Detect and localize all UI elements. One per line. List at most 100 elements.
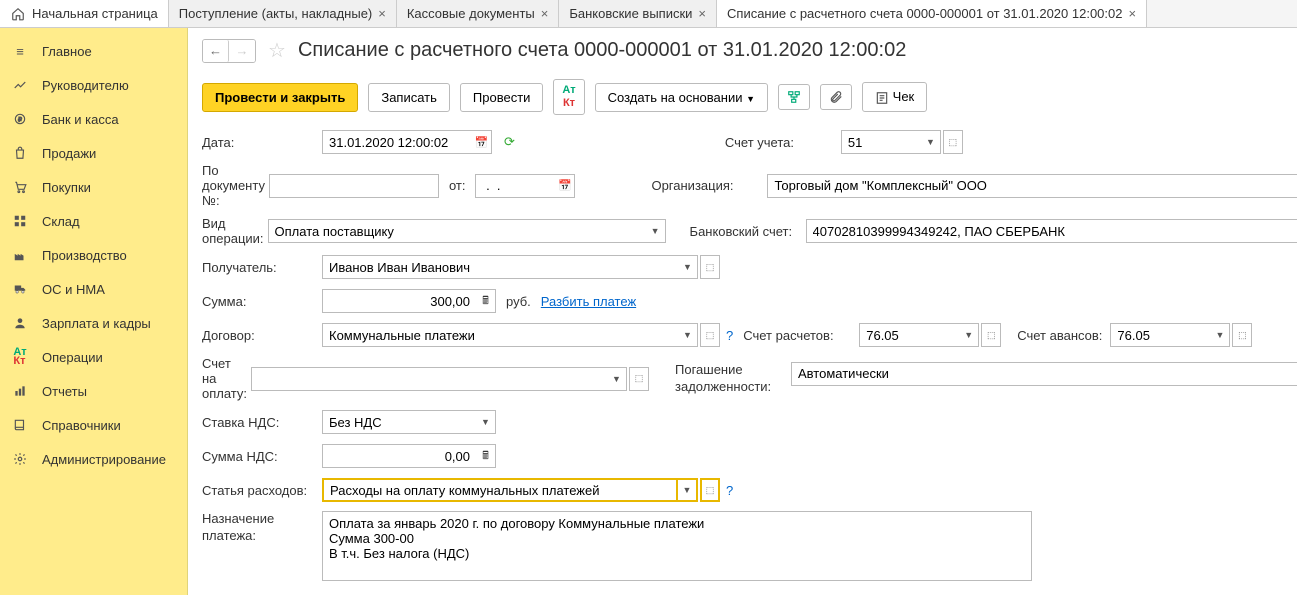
dropdown-icon[interactable]: ▼ — [678, 323, 698, 347]
label-advance: Счет авансов: — [1017, 328, 1102, 343]
tab-home[interactable]: Начальная страница — [0, 0, 169, 27]
menu-icon: ≡ — [12, 43, 28, 59]
tab-cash[interactable]: Кассовые документы × — [397, 0, 560, 27]
dropdown-icon[interactable]: ▼ — [678, 478, 698, 502]
tab-bank[interactable]: Банковские выписки × — [559, 0, 717, 27]
purpose-textarea[interactable] — [322, 511, 1032, 581]
dropdown-icon[interactable]: ▼ — [959, 323, 979, 347]
open-icon[interactable]: ⬚ — [981, 323, 1001, 347]
sidebar-item-label: Администрирование — [42, 452, 166, 467]
calculator-icon[interactable]: 🖩 — [476, 289, 496, 313]
sidebar-item-production[interactable]: Производство — [0, 238, 187, 272]
sidebar-item-label: Склад — [42, 214, 80, 229]
sidebar-item-label: Операции — [42, 350, 103, 365]
amount-input[interactable] — [322, 289, 476, 313]
create-based-button[interactable]: Создать на основании ▼ — [595, 83, 768, 112]
bars-icon — [12, 383, 28, 399]
dropdown-icon[interactable]: ▼ — [921, 130, 941, 154]
sidebar-item-catalogs[interactable]: Справочники — [0, 408, 187, 442]
expense-input[interactable] — [322, 478, 678, 502]
dropdown-icon[interactable]: ▼ — [1210, 323, 1230, 347]
sidebar-item-label: Справочники — [42, 418, 121, 433]
sidebar-item-bank[interactable]: ₽ Банк и касса — [0, 102, 187, 136]
close-icon[interactable]: × — [698, 6, 706, 21]
attach-button[interactable] — [820, 84, 852, 110]
sidebar-item-label: Банк и касса — [42, 112, 119, 127]
label-docnum: По документу №: — [202, 163, 269, 208]
favorite-icon[interactable]: ☆ — [268, 38, 286, 63]
sidebar-item-salary[interactable]: Зарплата и кадры — [0, 306, 187, 340]
label-recipient: Получатель: — [202, 260, 322, 275]
docnum-input[interactable] — [269, 174, 439, 198]
sidebar-item-operations[interactable]: АтКтОперации — [0, 340, 187, 374]
sidebar-item-admin[interactable]: Администрирование — [0, 442, 187, 476]
toolbar: Провести и закрыть Записать Провести АтК… — [202, 79, 1283, 115]
dtkt-button[interactable]: АтКт — [553, 79, 584, 115]
sidebar-item-label: Производство — [42, 248, 127, 263]
truck-icon — [12, 281, 28, 297]
org-input[interactable] — [767, 174, 1297, 198]
tab-label: Кассовые документы — [407, 6, 535, 21]
settle-acc-input[interactable] — [859, 323, 959, 347]
calculator-icon[interactable]: 🖩 — [476, 444, 496, 468]
label-account: Счет учета: — [725, 135, 841, 150]
label-purpose: Назначение платежа: — [202, 511, 322, 545]
open-icon[interactable]: ⬚ — [629, 367, 649, 391]
bank-acc-input[interactable] — [806, 219, 1297, 243]
tab-writeoff[interactable]: Списание с расчетного счета 0000-000001 … — [717, 0, 1147, 27]
chevron-down-icon: ▼ — [746, 94, 755, 104]
sidebar-item-main[interactable]: ≡Главное — [0, 34, 187, 68]
sidebar-item-warehouse[interactable]: Склад — [0, 204, 187, 238]
help-icon[interactable]: ? — [726, 483, 733, 498]
sidebar-item-assets[interactable]: ОС и НМА — [0, 272, 187, 306]
structure-button[interactable] — [778, 84, 810, 110]
vat-rate-input[interactable] — [322, 410, 476, 434]
dropdown-icon[interactable]: ▼ — [678, 255, 698, 279]
chart-icon — [12, 77, 28, 93]
calendar-icon[interactable]: 📅 — [472, 130, 492, 154]
open-icon[interactable]: ⬚ — [700, 255, 720, 279]
open-icon[interactable]: ⬚ — [943, 130, 963, 154]
dropdown-icon[interactable]: ▼ — [476, 410, 496, 434]
sidebar-item-reports[interactable]: Отчеты — [0, 374, 187, 408]
open-icon[interactable]: ⬚ — [1232, 323, 1252, 347]
contract-input[interactable] — [322, 323, 678, 347]
nav-group: ← → — [202, 39, 256, 63]
tab-receipts[interactable]: Поступление (акты, накладные) × — [169, 0, 397, 27]
account-input[interactable] — [841, 130, 921, 154]
invoice-input[interactable] — [251, 367, 607, 391]
dropdown-icon[interactable]: ▼ — [646, 219, 666, 243]
calendar-icon[interactable]: 📅 — [555, 174, 575, 198]
debt-input[interactable] — [791, 362, 1297, 386]
help-icon[interactable]: ? — [726, 328, 733, 343]
sidebar-item-manager[interactable]: Руководителю — [0, 68, 187, 102]
close-icon[interactable]: × — [378, 6, 386, 21]
open-icon[interactable]: ⬚ — [700, 478, 720, 502]
recipient-input[interactable] — [322, 255, 678, 279]
check-button[interactable]: Чек — [862, 82, 927, 112]
coin-icon: ₽ — [12, 111, 28, 127]
post-close-button[interactable]: Провести и закрыть — [202, 83, 358, 112]
split-payment-link[interactable]: Разбить платеж — [541, 294, 636, 309]
post-button[interactable]: Провести — [460, 83, 544, 112]
refresh-icon[interactable]: ⟳ — [504, 134, 515, 150]
optype-input[interactable] — [268, 219, 646, 243]
label-rub: руб. — [506, 294, 531, 309]
forward-button[interactable]: → — [229, 40, 255, 62]
save-button[interactable]: Записать — [368, 83, 450, 112]
sidebar-item-sales[interactable]: Продажи — [0, 136, 187, 170]
advance-acc-input[interactable] — [1110, 323, 1210, 347]
from-date-input[interactable] — [475, 174, 555, 198]
sidebar-item-purchases[interactable]: Покупки — [0, 170, 187, 204]
open-icon[interactable]: ⬚ — [700, 323, 720, 347]
date-input[interactable] — [322, 130, 472, 154]
label-vat-rate: Ставка НДС: — [202, 415, 322, 430]
back-button[interactable]: ← — [203, 40, 229, 62]
close-icon[interactable]: × — [541, 6, 549, 21]
gear-icon — [12, 451, 28, 467]
vat-sum-input[interactable] — [322, 444, 476, 468]
label-settle: Счет расчетов: — [743, 328, 859, 343]
dropdown-icon[interactable]: ▼ — [607, 367, 627, 391]
label-invoice: Счет на оплату: — [202, 356, 251, 401]
close-icon[interactable]: × — [1128, 6, 1136, 21]
